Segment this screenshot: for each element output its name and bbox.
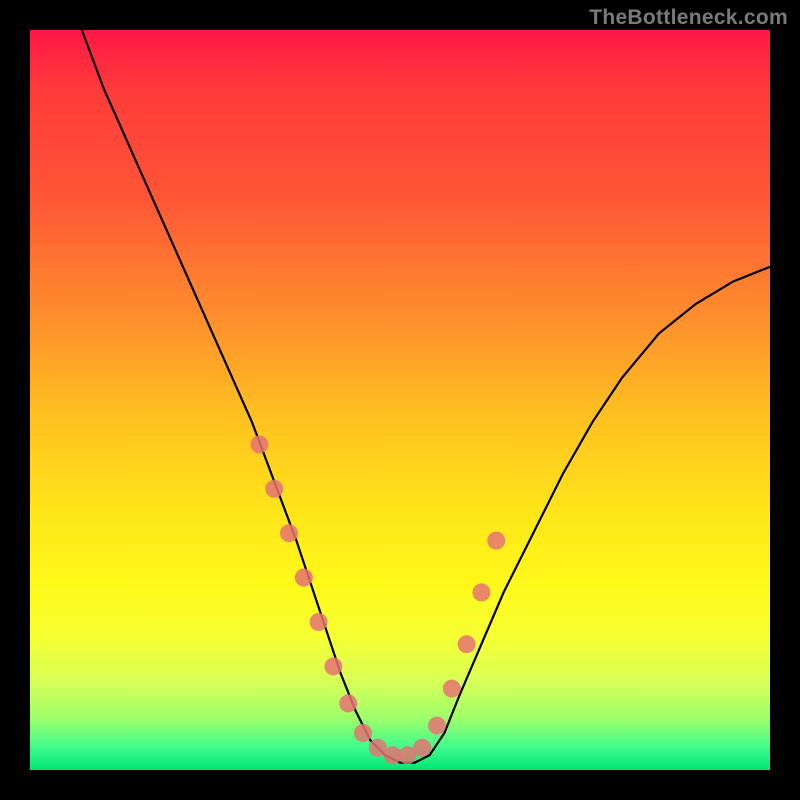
watermark-text: TheBottleneck.com [589,6,788,30]
marker-dot [295,569,313,587]
marker-dot [413,739,431,757]
chart-frame: TheBottleneck.com [0,0,800,800]
marker-dot [354,724,372,742]
marker-dot [428,717,446,735]
marker-dot [472,583,490,601]
marker-dot [250,435,268,453]
marker-dot [265,480,283,498]
marker-dot [443,680,461,698]
bottleneck-curve-path [82,30,770,763]
marker-dot [339,694,357,712]
marker-dot [310,613,328,631]
plot-area [30,30,770,770]
marker-group [250,435,505,764]
marker-dot [487,532,505,550]
marker-dot [280,524,298,542]
curve-svg [30,30,770,770]
marker-dot [458,635,476,653]
marker-dot [324,657,342,675]
